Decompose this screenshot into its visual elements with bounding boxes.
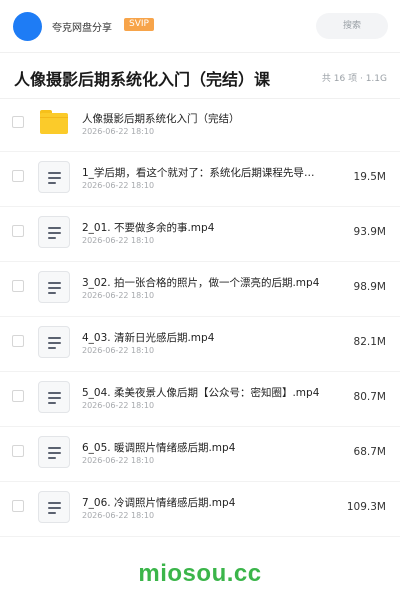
svip-badge: SVIP <box>124 18 154 31</box>
search-input[interactable]: 搜索 <box>316 13 388 39</box>
share-name: 夸克网盘分享 <box>52 23 112 34</box>
file-date: 2026-06-22 18:10 <box>82 181 155 190</box>
list-item[interactable]: 6_05. 暖调照片情绪感后期.mp4 2026-06-22 18:10 68.… <box>0 427 400 482</box>
file-name: 6_05. 暖调照片情绪感后期.mp4 <box>82 442 236 454</box>
list-item[interactable]: 人像摄影后期系统化入门（完结） 2026-06-22 18:10 <box>0 98 400 152</box>
file-size: 80.7M <box>353 391 386 403</box>
file-name: 1_学后期，看这个就对了：系统化后期课程先导片【公众号：密知圈】.mp4 <box>82 167 324 179</box>
select-checkbox[interactable] <box>12 445 24 457</box>
select-checkbox[interactable] <box>12 116 24 128</box>
list-item[interactable]: 2_01. 不要做多余的事.mp4 2026-06-22 18:10 93.9M <box>0 207 400 262</box>
folder-title-row: 人像摄影后期系统化入门（完结）课 共 16 项 · 1.1G <box>0 52 400 99</box>
file-date: 2026-06-22 18:10 <box>82 236 155 245</box>
avatar[interactable] <box>13 12 42 41</box>
video-file-icon <box>38 161 70 193</box>
app-header: 夸克网盘分享 SVIP 搜索 <box>0 0 400 53</box>
list-item[interactable]: 4_03. 清新日光感后期.mp4 2026-06-22 18:10 82.1M <box>0 317 400 372</box>
file-name: 5_04. 柔美夜景人像后期【公众号：密知圈】.mp4 <box>82 387 320 399</box>
file-size: 93.9M <box>353 226 386 238</box>
select-checkbox[interactable] <box>12 335 24 347</box>
file-name: 4_03. 清新日光感后期.mp4 <box>82 332 215 344</box>
site-watermark: miosou.cc <box>138 560 262 587</box>
file-date: 2026-06-22 18:10 <box>82 401 155 410</box>
file-date: 2026-06-22 18:10 <box>82 346 155 355</box>
select-checkbox[interactable] <box>12 170 24 182</box>
summary-separator: · <box>357 74 366 84</box>
select-checkbox[interactable] <box>12 390 24 402</box>
video-file-icon <box>38 271 70 303</box>
video-file-icon <box>38 326 70 358</box>
file-list: 人像摄影后期系统化入门（完结） 2026-06-22 18:10 1_学后期，看… <box>0 98 400 537</box>
file-size: 109.3M <box>346 501 386 513</box>
file-name: 人像摄影后期系统化入门（完结） <box>82 113 240 125</box>
file-date: 2026-06-22 18:10 <box>82 127 155 136</box>
file-size: 19.5M <box>353 171 386 183</box>
file-name: 2_01. 不要做多余的事.mp4 <box>82 222 215 234</box>
video-file-icon <box>38 491 70 523</box>
video-file-icon <box>38 436 70 468</box>
video-file-icon <box>38 381 70 413</box>
video-file-icon <box>38 216 70 248</box>
list-item[interactable]: 7_06. 冷调照片情绪感后期.mp4 2026-06-22 18:10 109… <box>0 482 400 537</box>
select-checkbox[interactable] <box>12 225 24 237</box>
file-date: 2026-06-22 18:10 <box>82 456 155 465</box>
folder-icon <box>40 110 68 134</box>
file-name: 3_02. 拍一张合格的照片，做一个漂亮的后期.mp4 <box>82 277 320 289</box>
file-date: 2026-06-22 18:10 <box>82 511 155 520</box>
list-item[interactable]: 1_学后期，看这个就对了：系统化后期课程先导片【公众号：密知圈】.mp4 202… <box>0 152 400 207</box>
item-count: 共 16 项 <box>321 74 358 84</box>
file-size: 82.1M <box>353 336 386 348</box>
file-date: 2026-06-22 18:10 <box>82 291 155 300</box>
select-checkbox[interactable] <box>12 280 24 292</box>
file-size: 98.9M <box>353 281 386 293</box>
file-name: 7_06. 冷调照片情绪感后期.mp4 <box>82 497 236 509</box>
select-checkbox[interactable] <box>12 500 24 512</box>
total-size: 1.1G <box>365 74 387 84</box>
folder-summary: 共 16 项 · 1.1G <box>322 71 387 84</box>
list-item[interactable]: 3_02. 拍一张合格的照片，做一个漂亮的后期.mp4 2026-06-22 1… <box>0 262 400 317</box>
file-size: 68.7M <box>353 446 386 458</box>
page-title: 人像摄影后期系统化入门（完结）课 <box>14 70 271 89</box>
list-item[interactable]: 5_04. 柔美夜景人像后期【公众号：密知圈】.mp4 2026-06-22 1… <box>0 372 400 427</box>
